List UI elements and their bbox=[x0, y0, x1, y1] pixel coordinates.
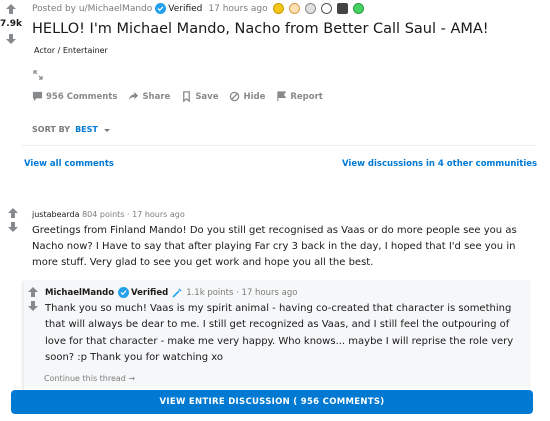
report-button[interactable]: Report bbox=[276, 91, 323, 102]
share-label: Share bbox=[142, 91, 171, 102]
verified-check-icon bbox=[155, 3, 167, 14]
award-icon-star[interactable] bbox=[304, 3, 316, 14]
comment1-vote-column bbox=[6, 208, 20, 232]
upvote-arrow-icon[interactable] bbox=[8, 208, 18, 218]
verified-check-icon bbox=[118, 287, 130, 298]
mod-wand-icon bbox=[172, 288, 182, 298]
continue-thread-link[interactable]: Continue this thread → bbox=[44, 374, 135, 383]
post-flair: Actor / Entertainer bbox=[34, 46, 108, 55]
comment1-meta: justabearda 804 points · 17 hours ago bbox=[32, 210, 185, 219]
hide-icon bbox=[230, 91, 240, 102]
expand-icon[interactable] bbox=[33, 70, 43, 80]
verified-badge: Verified bbox=[118, 287, 168, 298]
sort-value: BEST bbox=[75, 125, 98, 134]
share-icon bbox=[129, 91, 139, 101]
hide-label: Hide bbox=[243, 91, 266, 102]
sort-dropdown[interactable]: SORT BY BEST bbox=[32, 125, 111, 134]
verified-badge: Verified bbox=[155, 3, 202, 14]
sort-label: SORT BY bbox=[32, 125, 71, 134]
award-icon-gold[interactable] bbox=[272, 3, 284, 14]
view-entire-discussion-button[interactable]: VIEW ENTIRE DISCUSSION ( 956 COMMENTS) bbox=[11, 390, 533, 414]
comment2-body: Thank you so much! Vaas is my spirit ani… bbox=[45, 303, 514, 363]
view-all-comments-link[interactable]: View all comments bbox=[24, 159, 114, 169]
comment1-body: Greetings from Finland Mando! Do you sti… bbox=[32, 225, 517, 268]
downvote-arrow-icon[interactable] bbox=[6, 34, 16, 44]
share-button[interactable]: Share bbox=[128, 91, 170, 102]
comment2-meta: MichaelMando Verified 1.1k points · 17 h… bbox=[45, 287, 297, 298]
divider bbox=[22, 145, 536, 146]
award-icon-green[interactable] bbox=[352, 3, 364, 14]
award-icon-box[interactable] bbox=[336, 3, 348, 14]
comment1-author[interactable]: justabearda bbox=[32, 210, 80, 219]
flag-icon bbox=[277, 91, 287, 102]
downvote-arrow-icon[interactable] bbox=[8, 222, 18, 232]
upvote-arrow-icon[interactable] bbox=[28, 287, 38, 297]
save-button[interactable]: Save bbox=[181, 91, 218, 102]
view-other-discussions-link[interactable]: View discussions in 4 other communities bbox=[342, 159, 537, 169]
verified-label: Verified bbox=[168, 3, 203, 14]
post-title[interactable]: HELLO! I'm Michael Mando, Nacho from Bet… bbox=[32, 21, 489, 37]
thread-line[interactable] bbox=[22, 282, 24, 392]
comment2-points-time: 1.1k points · 17 hours ago bbox=[186, 287, 298, 298]
award-icon-coin[interactable] bbox=[320, 3, 332, 14]
report-label: Report bbox=[290, 91, 323, 102]
comment1-points-time: 804 points · 17 hours ago bbox=[82, 210, 185, 219]
post-time: 17 hours ago bbox=[208, 3, 268, 14]
comment-icon bbox=[32, 91, 43, 102]
downvote-arrow-icon[interactable] bbox=[28, 301, 38, 311]
hide-button[interactable]: Hide bbox=[229, 91, 265, 102]
post-vote-column: 7.9k bbox=[0, 4, 22, 44]
comment2-author[interactable]: MichaelMando bbox=[45, 288, 114, 298]
posted-by-link[interactable]: Posted by u/MichaelMando bbox=[32, 4, 152, 14]
upvote-arrow-icon[interactable] bbox=[6, 4, 16, 14]
post-meta: Posted by u/MichaelMando Verified 17 hou… bbox=[32, 3, 364, 14]
award-icon-face[interactable] bbox=[288, 3, 300, 14]
post-score: 7.9k bbox=[0, 19, 22, 29]
bookmark-icon bbox=[183, 91, 191, 102]
comments-button[interactable]: 956 Comments bbox=[32, 91, 117, 102]
post-action-bar: 956 Comments Share Save Hide Report bbox=[32, 91, 323, 102]
chevron-down-icon bbox=[103, 128, 110, 132]
save-label: Save bbox=[195, 91, 219, 102]
comments-label: 956 Comments bbox=[46, 91, 118, 102]
comment2-vote-column bbox=[26, 287, 40, 311]
verified-label: Verified bbox=[131, 287, 169, 298]
